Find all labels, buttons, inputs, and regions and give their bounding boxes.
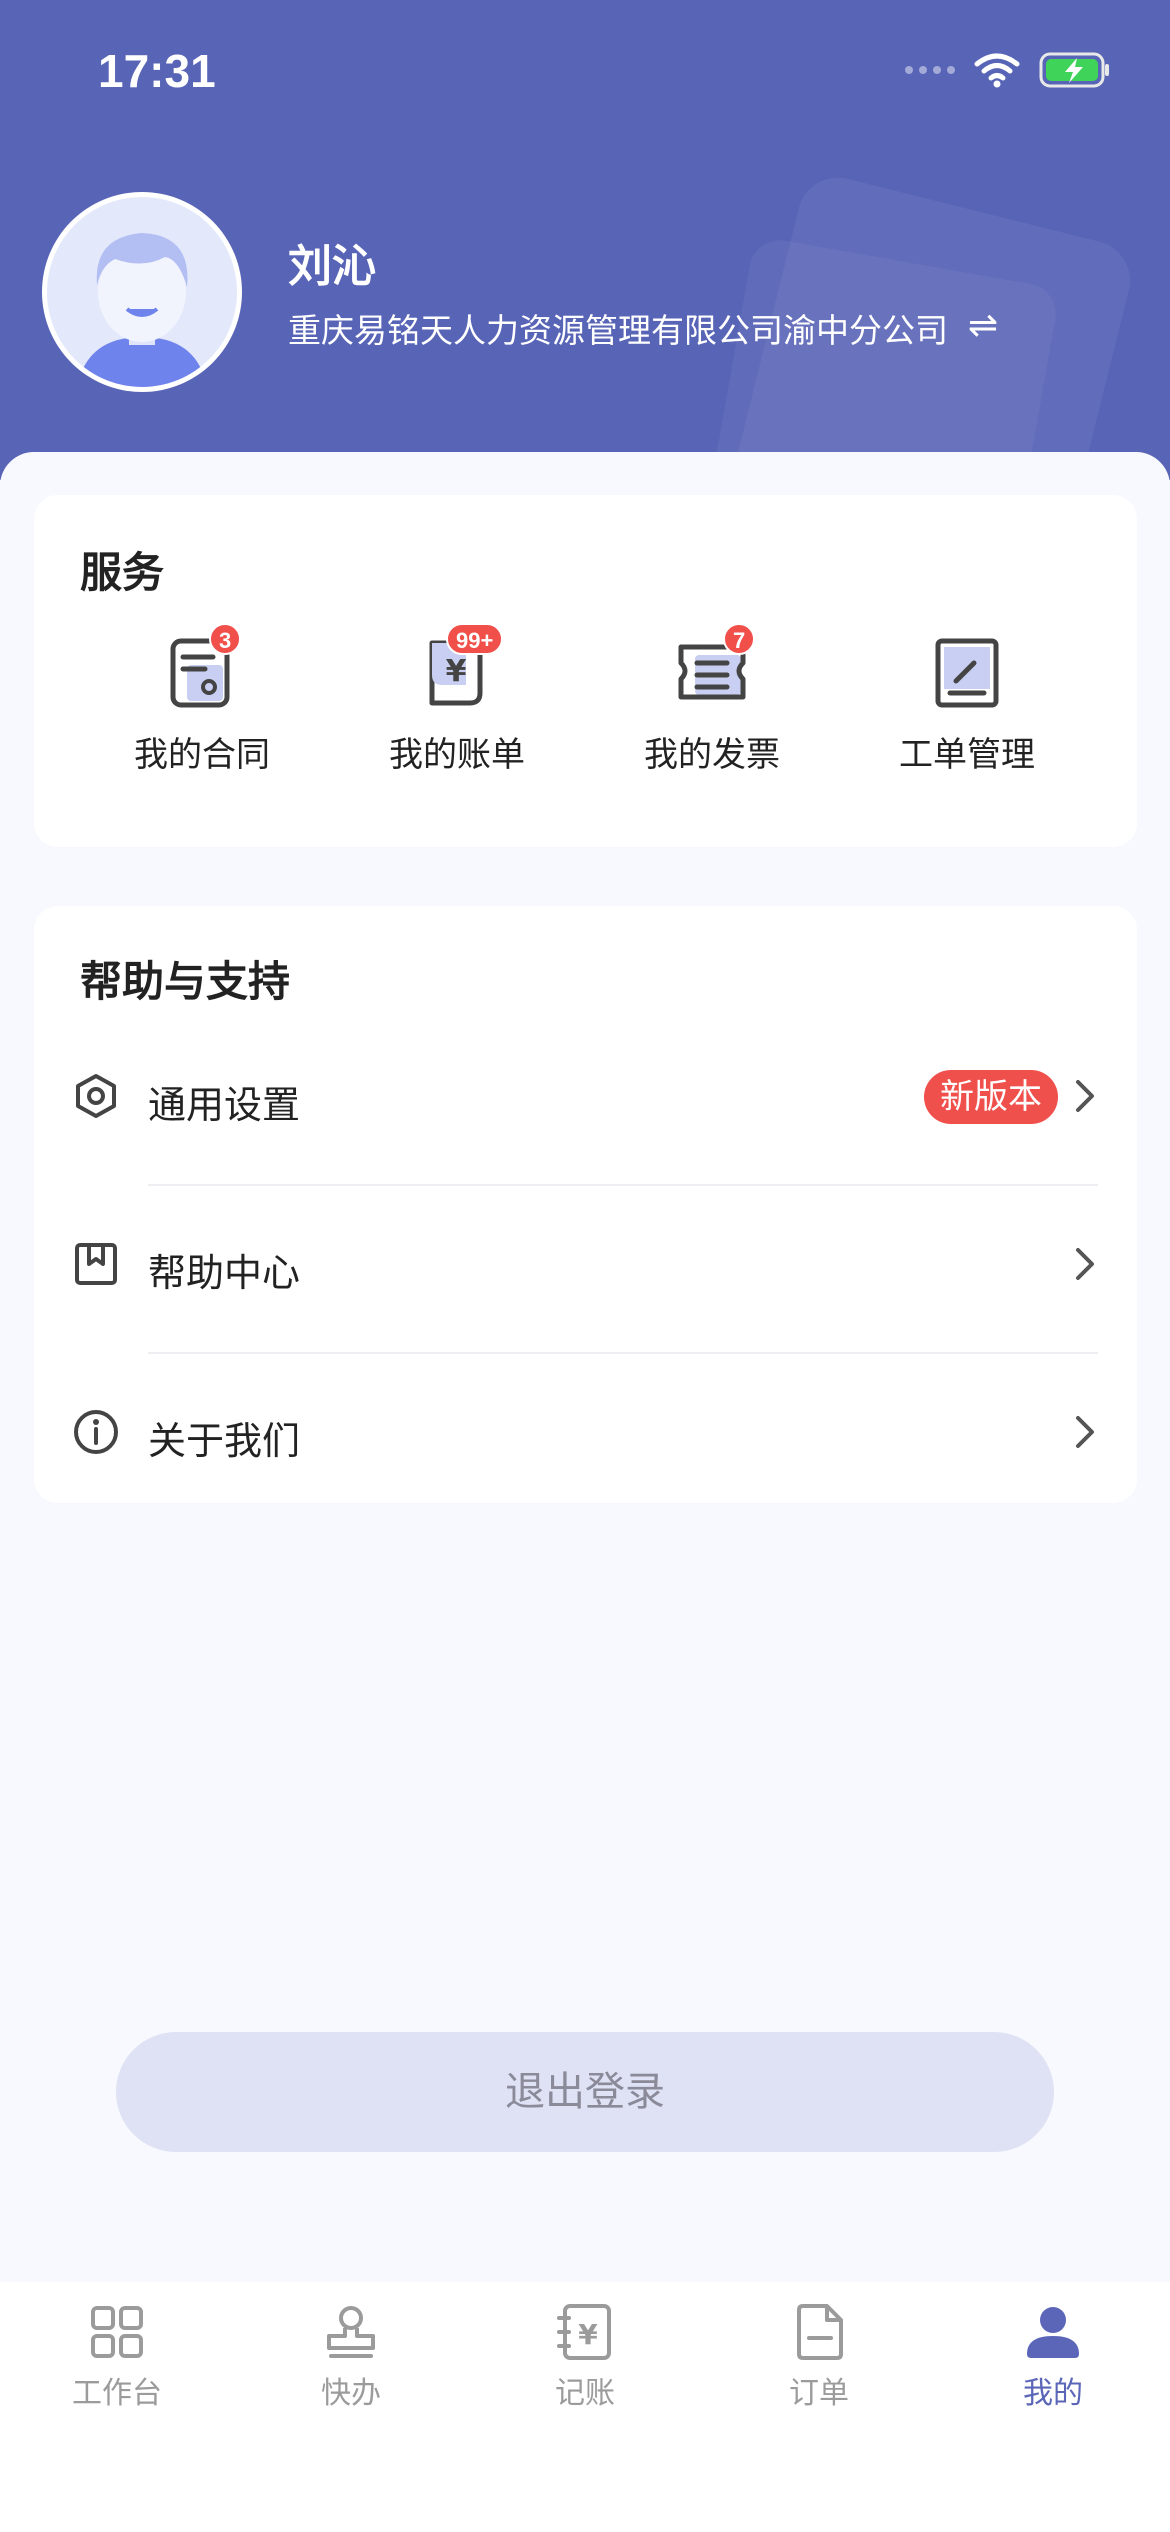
about-us-label: 关于我们 (148, 1419, 301, 1463)
swap-arrows-icon[interactable]: ⇌ (968, 305, 998, 346)
tab-ledger[interactable]: ¥ 记账 (468, 2302, 702, 2422)
tab-bar: 工作台 快办 ¥ 记账 订单 我的 (0, 2282, 1170, 2532)
invoice-icon: 7 (675, 623, 756, 709)
services-card: 服务 3 我的合同 ¥ 99+ 我的账单 7 我的发票 工单管理 (34, 495, 1137, 847)
tab-label: 工作台 (72, 2376, 162, 2411)
stamp-icon (327, 2306, 375, 2358)
tab-quick[interactable]: 快办 (234, 2302, 468, 2422)
profile-header: 17:31 刘沁 重庆易铭天人力资源管理有限公司渝中分公司 ⇌ (0, 0, 1170, 480)
settings-row[interactable]: 通用设置 新版本 (34, 1018, 1137, 1186)
tab-mine[interactable]: 我的 (936, 2302, 1170, 2422)
chevron-right-icon (1076, 1416, 1094, 1448)
service-badge: 7 (723, 623, 756, 655)
bookmark-icon (75, 1243, 117, 1285)
tab-orders[interactable]: 订单 (702, 2302, 936, 2422)
chevron-right-icon (1076, 1248, 1094, 1280)
new-version-badge: 新版本 (924, 1070, 1058, 1124)
info-icon (74, 1410, 118, 1454)
tab-workbench[interactable]: 工作台 (0, 2302, 234, 2422)
service-invoice[interactable]: 7 我的发票 (612, 623, 812, 795)
service-badge: 99+ (446, 623, 504, 655)
services-title: 服务 (80, 548, 165, 597)
contract-icon: 3 (165, 623, 242, 709)
svg-text:¥: ¥ (578, 2318, 598, 2351)
company-name: 重庆易铭天人力资源管理有限公司渝中分公司 (288, 311, 948, 350)
bill-icon: ¥ 99+ (420, 623, 504, 709)
battery-icon (1039, 52, 1109, 88)
service-badge: 3 (209, 623, 242, 655)
grid-icon (91, 2306, 143, 2358)
settings-icon (76, 1074, 116, 1118)
tab-label: 订单 (789, 2376, 849, 2411)
ledger-icon: ¥ (557, 2304, 611, 2360)
tab-label: 我的 (1023, 2376, 1083, 2411)
avatar[interactable] (42, 192, 242, 392)
status-icons (905, 50, 1111, 90)
help-title: 帮助与支持 (80, 957, 291, 1006)
service-label: 工单管理 (899, 735, 1035, 775)
user-name: 刘沁 (288, 241, 376, 292)
help-center-row[interactable]: 帮助中心 (34, 1186, 1137, 1354)
work-order-icon (930, 635, 1004, 709)
help-card: 帮助与支持 通用设置 新版本 帮助中心 关于我们 (34, 906, 1137, 1503)
signal-icon (905, 66, 955, 74)
logout-button[interactable]: 退出登录 (116, 2032, 1054, 2152)
tab-label: 记账 (555, 2376, 615, 2411)
person-icon (1027, 2307, 1079, 2358)
about-us-row[interactable]: 关于我们 (34, 1354, 1137, 1522)
status-time: 17:31 (98, 45, 216, 97)
service-label: 我的账单 (389, 735, 525, 775)
tab-label: 快办 (321, 2376, 381, 2411)
avatar-image (47, 197, 237, 387)
service-work-order[interactable]: 工单管理 (867, 635, 1067, 795)
chevron-right-icon (1076, 1080, 1094, 1112)
order-icon (797, 2304, 843, 2360)
svg-text:¥: ¥ (446, 654, 467, 689)
wifi-icon (974, 53, 1020, 88)
service-contract[interactable]: 3 我的合同 (102, 623, 302, 795)
help-center-label: 帮助中心 (148, 1251, 301, 1295)
service-label: 我的发票 (644, 735, 780, 775)
service-bill[interactable]: ¥ 99+ 我的账单 (357, 623, 557, 795)
settings-label: 通用设置 (148, 1083, 301, 1127)
service-label: 我的合同 (134, 735, 270, 775)
